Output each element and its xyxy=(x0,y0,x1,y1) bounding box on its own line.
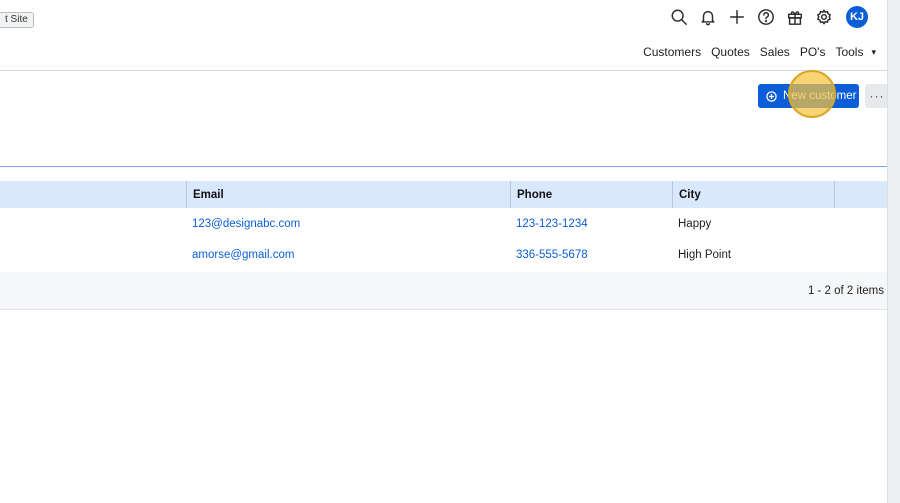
add-circle-icon xyxy=(766,90,777,102)
column-header-actions xyxy=(834,181,888,208)
table-row[interactable]: amorse@gmail.com 336-555-5678 High Point xyxy=(0,239,888,270)
nav-item-sales[interactable]: Sales xyxy=(760,45,790,59)
chevron-down-icon[interactable]: ▾ xyxy=(871,47,876,58)
nav-item-customers[interactable]: Customers xyxy=(643,45,701,59)
bell-icon[interactable] xyxy=(693,5,722,29)
email-link[interactable]: 123@designabc.com xyxy=(192,218,300,230)
top-icon-bar: KJ xyxy=(664,5,868,29)
top-nav: Customers Quotes Sales PO's Tools ▾ xyxy=(633,45,876,59)
column-header-city[interactable]: City xyxy=(672,181,834,208)
customers-table: Email Phone City 123@designabc.com 123-1… xyxy=(0,181,888,310)
window-edge xyxy=(887,0,900,503)
new-customer-button[interactable]: New customer xyxy=(758,84,859,108)
gear-icon[interactable] xyxy=(809,5,838,29)
nav-item-tools[interactable]: Tools xyxy=(835,45,863,59)
app-window: t Site KJ Customers Quotes Sales PO's To… xyxy=(0,0,889,503)
avatar[interactable]: KJ xyxy=(846,6,868,28)
column-header-name[interactable] xyxy=(0,181,186,208)
phone-link[interactable]: 123-123-1234 xyxy=(516,218,588,230)
column-header-phone[interactable]: Phone xyxy=(510,181,672,208)
table-row[interactable]: 123@designabc.com 123-123-1234 Happy xyxy=(0,208,888,239)
city-cell: High Point xyxy=(678,248,732,261)
pagination-info: 1 - 2 of 2 items xyxy=(0,272,888,310)
email-link[interactable]: amorse@gmail.com xyxy=(192,249,294,261)
more-options-button[interactable]: ··· xyxy=(865,84,889,108)
pager-text: 1 - 2 of 2 items xyxy=(807,284,884,297)
nav-item-quotes[interactable]: Quotes xyxy=(711,45,750,59)
help-icon[interactable] xyxy=(751,5,780,29)
site-badge[interactable]: t Site xyxy=(0,12,34,28)
gift-icon[interactable] xyxy=(780,5,809,29)
plus-icon[interactable] xyxy=(722,5,751,29)
header-divider xyxy=(0,70,888,71)
nav-item-pos[interactable]: PO's xyxy=(800,45,826,59)
phone-link[interactable]: 336-555-5678 xyxy=(516,249,588,261)
search-input[interactable] xyxy=(0,137,888,167)
new-customer-label: New customer xyxy=(783,90,857,102)
table-header: Email Phone City xyxy=(0,181,888,208)
search-icon[interactable] xyxy=(664,5,693,29)
column-header-email[interactable]: Email xyxy=(186,181,510,208)
city-cell: Happy xyxy=(678,217,712,230)
